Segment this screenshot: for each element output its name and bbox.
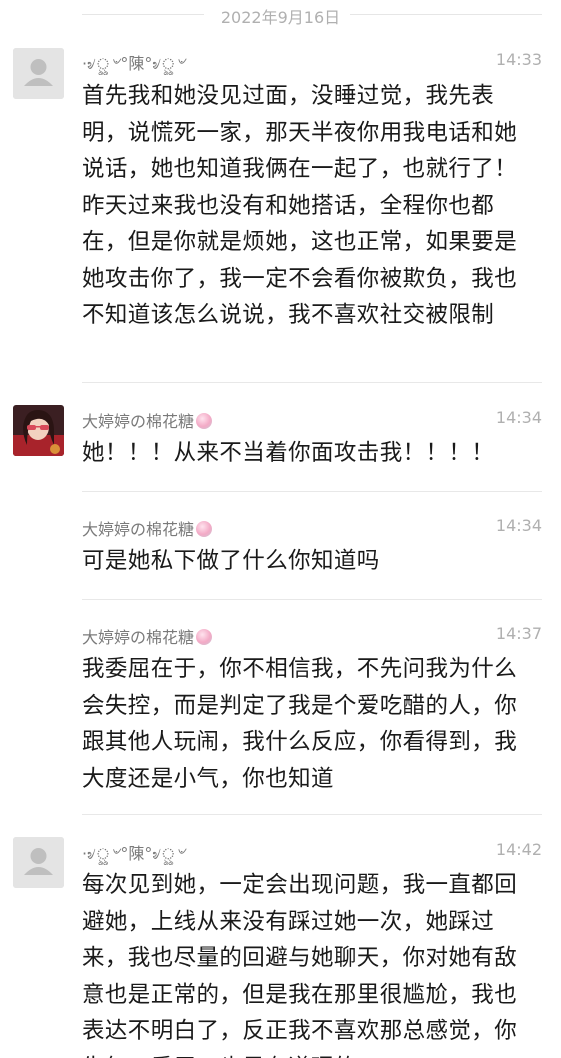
sender-name-text: 大婷婷の棉花糖 xyxy=(82,520,195,539)
message-text[interactable]: 我委屈在于，你不相信我，不先问我为什么会失控，而是判定了我是个爱吃醋的人，你跟其… xyxy=(82,651,530,797)
cotton-candy-icon xyxy=(196,629,213,645)
divider-line-right xyxy=(350,14,542,15)
message-separator xyxy=(82,382,542,383)
cotton-candy-icon xyxy=(196,413,213,429)
sender-name[interactable]: 大婷婷の棉花糖 xyxy=(82,516,213,540)
sender-name-text: 大婷婷の棉花糖 xyxy=(82,628,195,647)
user-photo-avatar[interactable] xyxy=(13,405,64,456)
message-separator xyxy=(82,599,542,600)
default-avatar-icon[interactable] xyxy=(13,837,64,888)
message-text[interactable]: 可是她私下做了什么你知道吗 xyxy=(82,543,530,580)
default-avatar-icon[interactable] xyxy=(13,48,64,99)
cotton-candy-icon xyxy=(196,521,213,537)
message-separator xyxy=(82,814,542,815)
message-separator xyxy=(82,491,542,492)
message-time: 14:33 xyxy=(495,50,542,69)
message-time: 14:34 xyxy=(495,408,542,427)
date-label: 2022年9月16日 xyxy=(220,8,341,27)
message-time: 14:34 xyxy=(495,516,542,535)
message-text[interactable]: 她！！！从来不当着你面攻击我！！！！ xyxy=(82,435,530,472)
sender-name[interactable]: 大婷婷の棉花糖 xyxy=(82,408,213,432)
message-time: 14:37 xyxy=(495,624,542,643)
sender-name[interactable]: ·৶ৣ৺°陳°৶ৣ৺ xyxy=(82,840,186,868)
date-divider: 2022年9月16日 xyxy=(0,0,561,28)
sender-name[interactable]: 大婷婷の棉花糖 xyxy=(82,624,213,648)
sender-name[interactable]: ·৶ৣ৺°陳°৶ৣ৺ xyxy=(82,50,186,78)
message-text[interactable]: 每次见到她，一定会出现问题，我一直都回避她，上线从来没有踩过她一次，她踩过来，我… xyxy=(82,867,530,1058)
message-time: 14:42 xyxy=(495,840,542,859)
message-text[interactable]: 首先我和她没见过面，没睡过觉，我先表明，说慌死一家，那天半夜你用我电话和她说话，… xyxy=(82,78,530,334)
sender-name-text: 大婷婷の棉花糖 xyxy=(82,412,195,431)
